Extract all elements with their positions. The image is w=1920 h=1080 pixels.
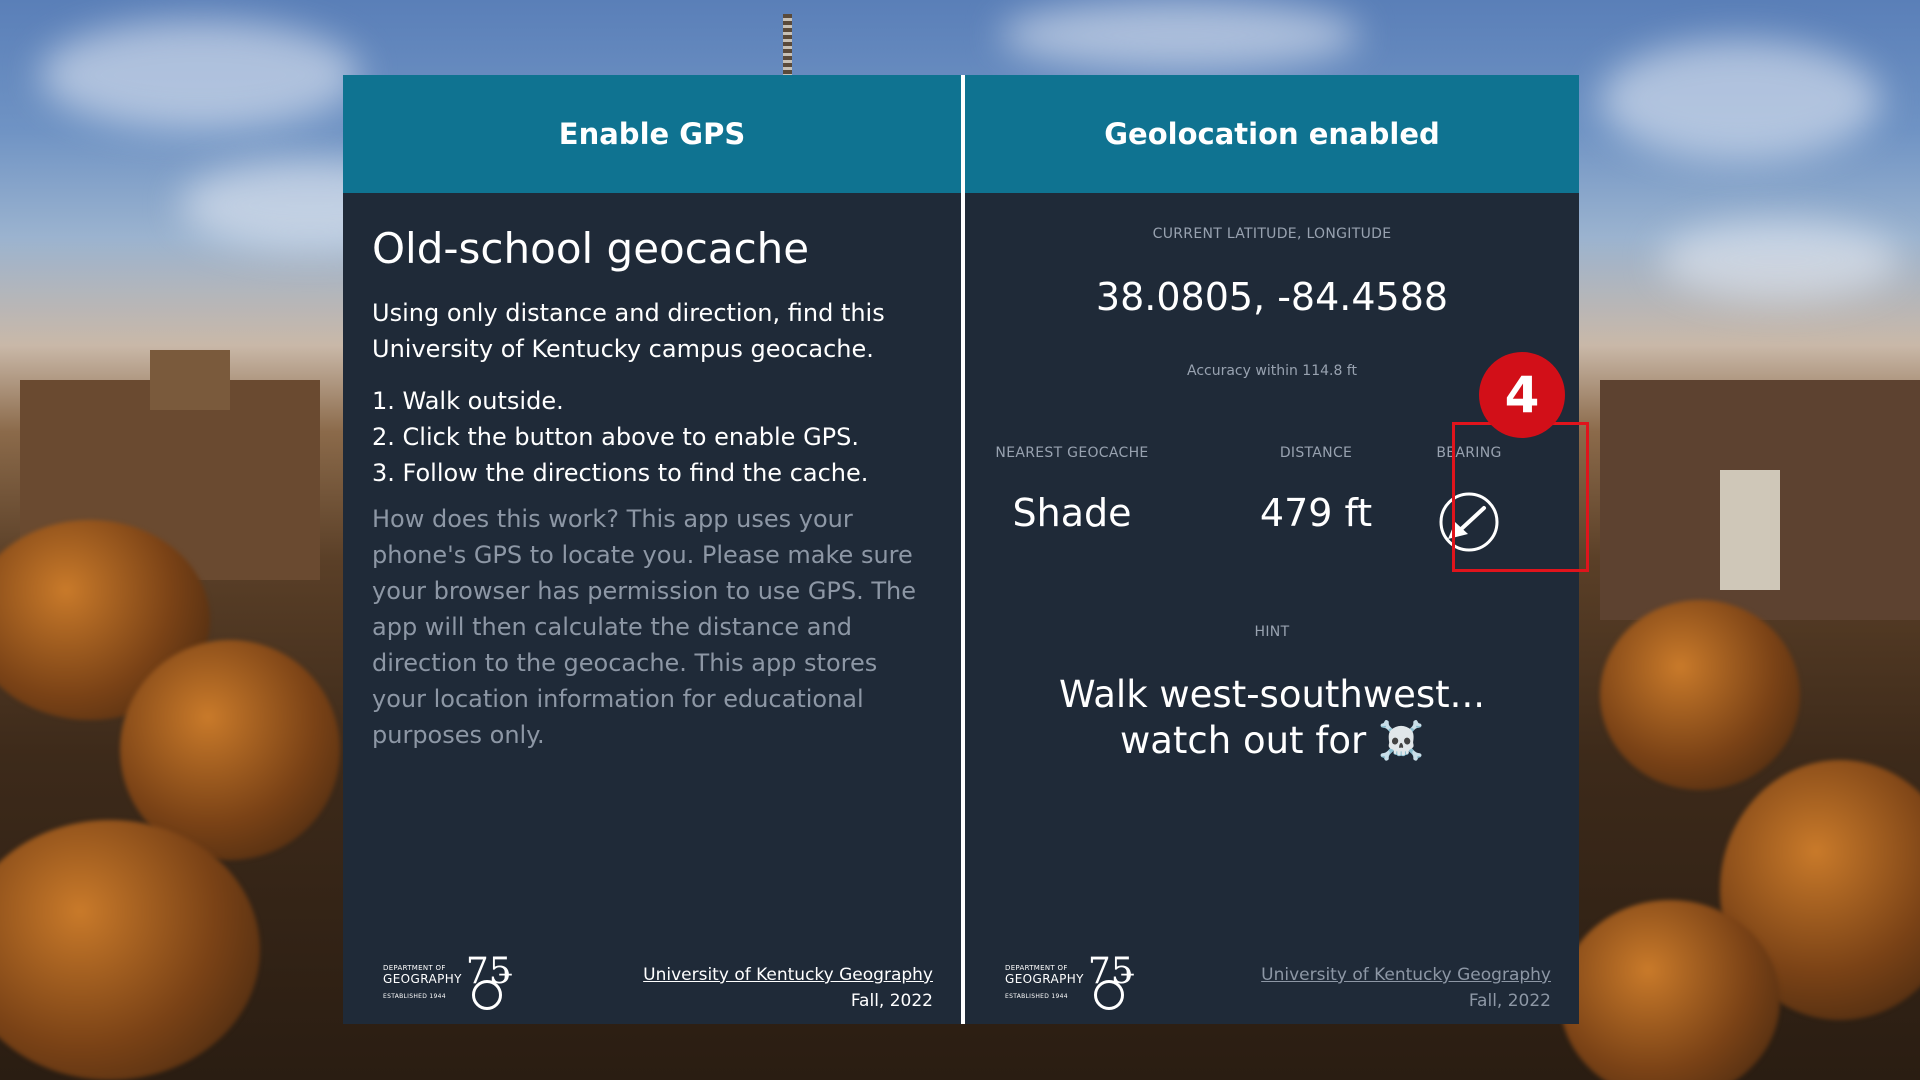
hint-text: Walk west-southwest... watch out for ☠️ bbox=[995, 672, 1549, 764]
step-item: 1. Walk outside. bbox=[372, 387, 564, 415]
geography-75-logo: DEPARTMENT OF GEOGRAPHY ESTABLISHED 1944… bbox=[383, 952, 514, 1014]
step-item: 3. Follow the directions to find the cac… bbox=[372, 459, 869, 487]
uk-geography-link[interactable]: University of Kentucky Geography bbox=[643, 965, 933, 985]
bearing-highlight-box bbox=[1452, 422, 1589, 572]
nearest-geocache-stat: NEAREST GEOCACHE Shade bbox=[972, 445, 1172, 535]
enable-gps-button[interactable]: Enable GPS bbox=[343, 75, 961, 193]
globe-icon bbox=[1093, 980, 1124, 1010]
term-label: Fall, 2022 bbox=[1468, 991, 1551, 1011]
page-title: Old-school geocache bbox=[372, 224, 810, 273]
hint-line-2: watch out for ☠️ bbox=[1119, 719, 1425, 762]
step-number-badge: 4 bbox=[1479, 352, 1565, 438]
panel-footer: DEPARTMENT OF GEOGRAPHY ESTABLISHED 1944… bbox=[343, 946, 961, 1014]
distance-value: 479 ft bbox=[1259, 491, 1373, 535]
panel-footer: DEPARTMENT OF GEOGRAPHY ESTABLISHED 1944… bbox=[965, 946, 1579, 1014]
nearest-value: Shade bbox=[1012, 491, 1132, 535]
geolocation-status-header: Geolocation enabled bbox=[965, 75, 1579, 193]
hint-line-1: Walk west-southwest... bbox=[1059, 673, 1485, 716]
coords-label: CURRENT LATITUDE, LONGITUDE bbox=[1152, 226, 1392, 242]
distance-stat: DISTANCE 479 ft bbox=[1216, 445, 1416, 535]
geography-75-logo: DEPARTMENT OF GEOGRAPHY ESTABLISHED 1944… bbox=[1005, 952, 1136, 1014]
distance-label: DISTANCE bbox=[1279, 445, 1353, 461]
intro-text: Using only distance and direction, find … bbox=[372, 299, 885, 363]
nearest-label: NEAREST GEOCACHE bbox=[995, 445, 1149, 461]
step-item: 2. Click the button above to enable GPS. bbox=[372, 423, 860, 451]
how-it-works-text: How does this work? This app uses your p… bbox=[372, 505, 917, 749]
uk-geography-link[interactable]: University of Kentucky Geography bbox=[1261, 965, 1551, 985]
term-label: Fall, 2022 bbox=[850, 991, 933, 1011]
globe-icon bbox=[471, 980, 502, 1010]
hint-label: HINT bbox=[1254, 624, 1290, 640]
instructions-panel: Enable GPS Old-school geocache Using onl… bbox=[343, 75, 961, 1024]
current-coordinates: 38.0805, -84.4588 bbox=[1095, 275, 1449, 319]
steps-list: 1. Walk outside. 2. Click the button abo… bbox=[372, 383, 933, 491]
